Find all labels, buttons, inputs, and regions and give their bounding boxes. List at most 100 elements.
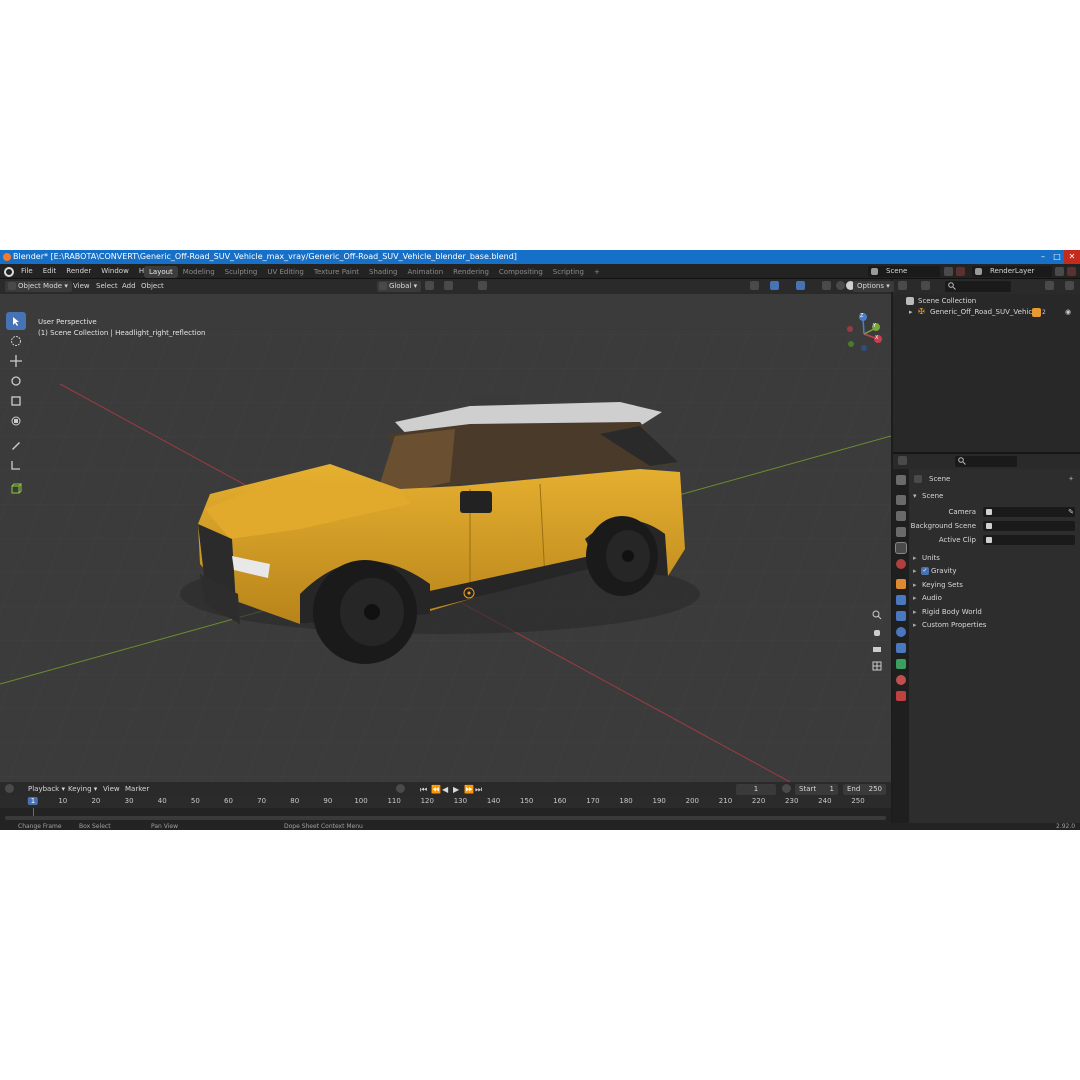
custom-properties-panel[interactable]: ▸ Custom Properties xyxy=(909,619,1080,631)
frame-tick[interactable]: 20 xyxy=(91,797,100,805)
start-frame-field[interactable]: Start 1 xyxy=(795,784,838,795)
measure-tool[interactable] xyxy=(6,456,26,474)
eyedropper-icon[interactable]: ✎ xyxy=(1068,506,1074,518)
outliner-editor-type-icon[interactable] xyxy=(898,281,907,292)
frame-tick[interactable]: 80 xyxy=(290,797,299,805)
tab-layout[interactable]: Layout xyxy=(144,266,178,278)
frame-tick[interactable]: 240 xyxy=(818,797,831,805)
menu-window[interactable]: Window xyxy=(96,264,134,279)
scale-tool[interactable] xyxy=(6,392,26,410)
frame-tick[interactable]: 40 xyxy=(158,797,167,805)
custom-properties-expand-icon[interactable]: ▸ xyxy=(913,619,917,631)
frame-tick[interactable]: 160 xyxy=(553,797,566,805)
keying-sets-expand-icon[interactable]: ▸ xyxy=(913,579,917,591)
transform-tool[interactable] xyxy=(6,412,26,430)
menu-timeline-view[interactable]: View xyxy=(103,784,120,795)
outliner-item-suv[interactable]: ▸ ✠ Generic_Off_Road_SUV_Vehicle 2 ◉ xyxy=(893,307,1080,318)
jump-start-button[interactable]: ⏮ xyxy=(420,784,427,795)
filter-icon[interactable] xyxy=(1045,281,1054,292)
gravity-checkbox[interactable]: ✓ xyxy=(921,567,929,575)
menu-render[interactable]: Render xyxy=(61,264,96,279)
camera-field[interactable] xyxy=(983,507,1075,517)
pivot-point-icon[interactable] xyxy=(425,281,434,292)
frame-tick[interactable]: 190 xyxy=(653,797,666,805)
frame-tick[interactable]: 130 xyxy=(454,797,467,805)
ortho-toggle-button[interactable] xyxy=(872,661,886,675)
menu-file[interactable]: File xyxy=(16,264,38,279)
transform-orientation-dropdown[interactable]: Global ▾ xyxy=(377,281,422,292)
display-mode-icon[interactable] xyxy=(921,281,930,292)
material-tab-icon[interactable] xyxy=(896,675,906,685)
3d-viewport[interactable]: User Perspective (1) Scene Collection | … xyxy=(0,294,891,782)
mode-dropdown[interactable]: Object Mode ▾ xyxy=(5,281,72,292)
play-button[interactable]: ▶ xyxy=(453,784,459,795)
proportional-editing-icon[interactable] xyxy=(478,281,487,292)
frame-tick[interactable]: 60 xyxy=(224,797,233,805)
frame-ruler[interactable]: 1 10 20 30 40 50 60 70 80 90 100 110 120 130 140 150 160… xyxy=(0,796,891,808)
xray-toggle-icon[interactable] xyxy=(822,281,831,292)
frame-tick[interactable]: 10 xyxy=(58,797,67,805)
scene-tab-icon[interactable] xyxy=(895,542,907,554)
output-tab-icon[interactable] xyxy=(896,511,906,521)
outliner-search-input[interactable] xyxy=(945,281,1011,292)
frame-tick[interactable]: 250 xyxy=(851,797,864,805)
expand-arrow-icon[interactable]: ▸ xyxy=(909,307,913,318)
units-panel[interactable]: ▸ Units xyxy=(909,552,1080,564)
gizmo-toggle-icon[interactable] xyxy=(770,281,779,292)
prev-keyframe-button[interactable]: ⏪ xyxy=(431,784,441,795)
units-expand-icon[interactable]: ▸ xyxy=(913,552,917,564)
active-clip-field[interactable] xyxy=(983,535,1075,545)
texture-tab-icon[interactable] xyxy=(896,691,906,701)
close-button[interactable]: ✕ xyxy=(1064,250,1080,264)
frame-tick[interactable]: 170 xyxy=(586,797,599,805)
audio-panel[interactable]: ▸ Audio xyxy=(909,592,1080,604)
minimize-button[interactable]: – xyxy=(1036,250,1050,264)
constraints-tab-icon[interactable] xyxy=(896,643,906,653)
audio-expand-icon[interactable]: ▸ xyxy=(913,592,917,604)
cursor-tool[interactable] xyxy=(6,332,26,350)
camera-view-button[interactable] xyxy=(872,644,886,658)
modifier-tab-icon[interactable] xyxy=(896,595,906,605)
frame-tick[interactable]: 110 xyxy=(387,797,400,805)
pin-icon[interactable]: ✦ xyxy=(1068,473,1074,485)
zoom-view-button[interactable] xyxy=(872,610,886,624)
frame-tick[interactable]: 220 xyxy=(752,797,765,805)
end-frame-field[interactable]: End 250 xyxy=(843,784,886,795)
frame-tick[interactable]: 50 xyxy=(191,797,200,805)
frame-tick[interactable]: 70 xyxy=(257,797,266,805)
menu-edit[interactable]: Edit xyxy=(38,264,62,279)
scene-selector[interactable]: Scene xyxy=(868,266,940,277)
current-frame-field[interactable]: 1 xyxy=(736,784,776,795)
new-collection-icon[interactable] xyxy=(1065,281,1074,292)
view-layer-tab-icon[interactable] xyxy=(896,527,906,537)
blender-menu-icon[interactable] xyxy=(4,266,14,277)
overlay-toggle-icon[interactable] xyxy=(796,281,805,292)
stopwatch-icon[interactable] xyxy=(782,784,791,795)
frame-tick[interactable]: 180 xyxy=(619,797,632,805)
timeline[interactable]: 1 10 20 30 40 50 60 70 80 90 100 110 120 130 140 150 160… xyxy=(0,796,891,823)
particles-tab-icon[interactable] xyxy=(896,611,906,621)
menu-add[interactable]: Add xyxy=(122,281,136,292)
options-dropdown[interactable]: Options ▾ xyxy=(853,281,894,292)
jump-end-button[interactable]: ⏭ xyxy=(475,784,482,795)
record-button[interactable] xyxy=(396,784,405,795)
tab-scripting[interactable]: Scripting xyxy=(548,266,589,278)
add-workspace-button[interactable]: + xyxy=(589,266,605,278)
background-scene-field[interactable] xyxy=(983,521,1075,531)
world-tab-icon[interactable] xyxy=(896,559,906,569)
eye-icon[interactable]: ◉ xyxy=(1065,307,1071,318)
menu-view[interactable]: View xyxy=(73,281,90,292)
gizmo-x-label[interactable]: X xyxy=(875,335,878,341)
tab-sculpting[interactable]: Sculpting xyxy=(220,266,263,278)
properties-search-input[interactable] xyxy=(955,456,1017,467)
delete-view-layer-icon[interactable] xyxy=(1067,267,1076,276)
editor-type-icon[interactable] xyxy=(5,784,14,795)
rotate-tool[interactable] xyxy=(6,372,26,390)
rigid-body-world-panel[interactable]: ▸ Rigid Body World xyxy=(909,606,1080,618)
object-tab-icon[interactable] xyxy=(896,579,906,589)
outliner[interactable]: Scene Collection ▸ ✠ Generic_Off_Road_SU… xyxy=(893,294,1080,452)
frame-tick[interactable]: 200 xyxy=(686,797,699,805)
timeline-scrollbar[interactable] xyxy=(5,816,886,820)
frame-tick[interactable]: 90 xyxy=(323,797,332,805)
panel-collapse-icon[interactable]: ▾ xyxy=(913,490,917,502)
